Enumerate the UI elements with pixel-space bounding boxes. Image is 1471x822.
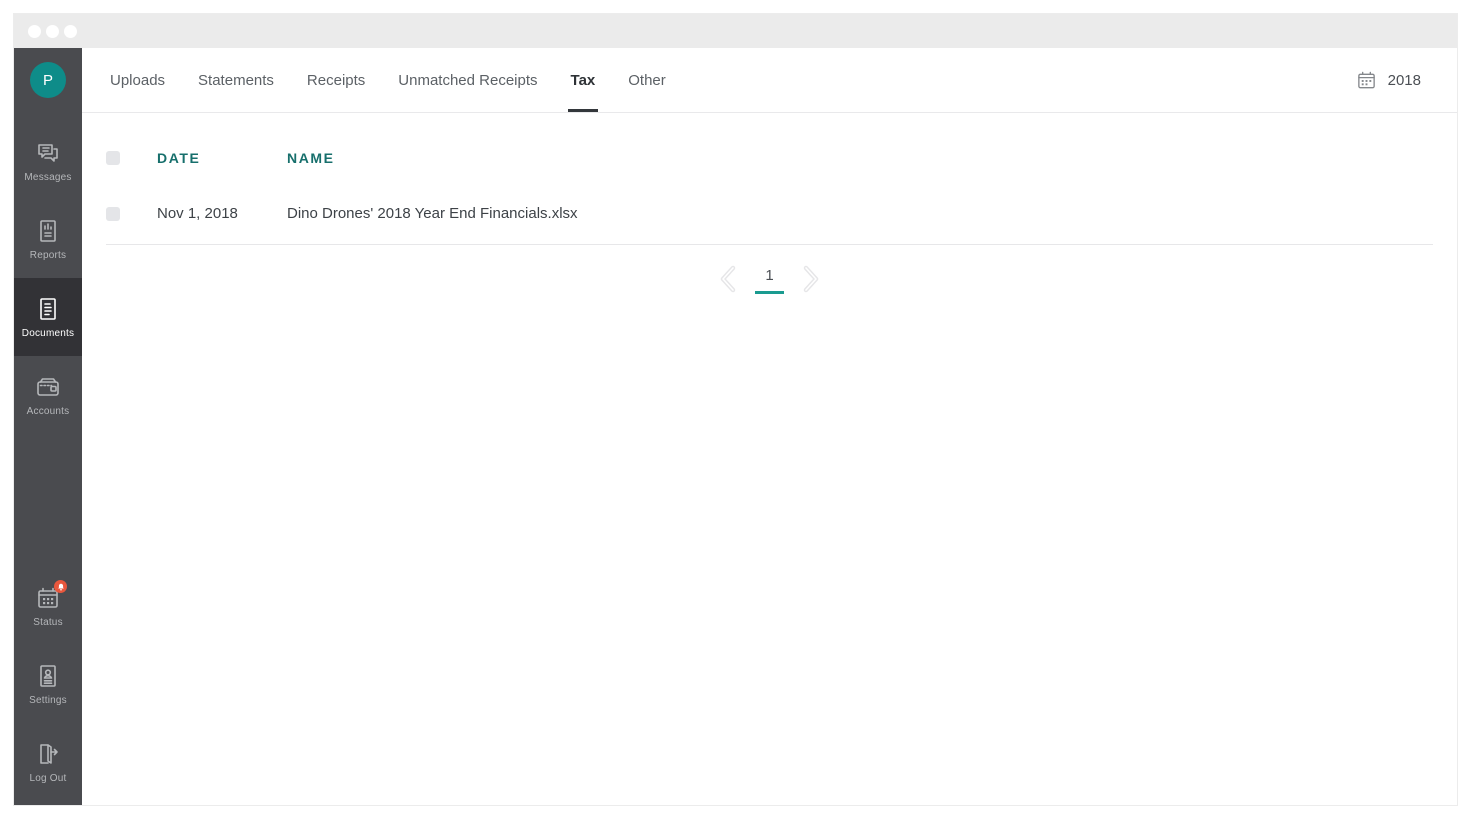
- sidebar-item-settings[interactable]: Settings: [14, 645, 82, 723]
- notification-badge-bell-icon: [54, 580, 67, 593]
- window-control-zoom[interactable]: [64, 24, 77, 38]
- sidebar-item-label: Reports: [29, 250, 67, 261]
- sidebar-nav: P Messages Reports Documents Accounts St…: [14, 48, 82, 805]
- messages-icon: [34, 139, 62, 167]
- sidebar-item-accounts[interactable]: Accounts: [14, 356, 82, 434]
- chevron-left-icon[interactable]: [718, 265, 740, 293]
- documents-table: DATE NAME Nov 1, 2018 Dino Drones' 2018 …: [82, 113, 1457, 245]
- documents-icon: [34, 295, 62, 323]
- row-checkbox[interactable]: [106, 206, 120, 221]
- year-filter[interactable]: 2018: [1356, 70, 1421, 91]
- row-date: Nov 1, 2018: [157, 205, 238, 222]
- calendar-icon: [1357, 71, 1375, 88]
- sidebar-item-label: Log Out: [29, 773, 67, 784]
- window-control-close[interactable]: [28, 24, 41, 38]
- status-calendar-icon: [34, 580, 67, 612]
- sidebar-item-status[interactable]: Status: [14, 567, 82, 645]
- chevron-right-icon[interactable]: [799, 265, 821, 293]
- sidebar-item-documents[interactable]: Documents: [14, 278, 82, 356]
- sidebar-item-logout[interactable]: Log Out: [14, 723, 82, 801]
- tab-unmatched-receipts[interactable]: Unmatched Receipts: [396, 48, 539, 112]
- table-header-row: DATE NAME: [106, 133, 1433, 183]
- column-header-name[interactable]: NAME: [287, 150, 1433, 166]
- tab-tax[interactable]: Tax: [569, 48, 598, 112]
- sidebar-item-label: Accounts: [26, 406, 70, 417]
- sidebar-item-messages[interactable]: Messages: [14, 122, 82, 200]
- row-file-name[interactable]: Dino Drones' 2018 Year End Financials.xl…: [287, 205, 1433, 222]
- tab-other[interactable]: Other: [626, 48, 668, 112]
- year-filter-value: 2018: [1387, 71, 1421, 89]
- sidebar-item-label: Messages: [24, 172, 72, 183]
- sidebar-item-label: Settings: [29, 695, 67, 706]
- main-content: Uploads Statements Receipts Unmatched Re…: [82, 48, 1457, 805]
- tab-statements[interactable]: Statements: [196, 48, 276, 112]
- reports-icon: [34, 217, 62, 245]
- window-control-minimize[interactable]: [46, 24, 59, 38]
- accounts-icon: [34, 373, 62, 401]
- column-header-date[interactable]: DATE: [157, 150, 287, 166]
- settings-id-card-icon: [34, 662, 62, 690]
- pagination: 1: [82, 263, 1457, 294]
- tab-bar: Uploads Statements Receipts Unmatched Re…: [82, 48, 1457, 113]
- table-row[interactable]: Nov 1, 2018 Dino Drones' 2018 Year End F…: [106, 183, 1433, 245]
- tab-uploads[interactable]: Uploads: [108, 48, 167, 112]
- sidebar-item-reports[interactable]: Reports: [14, 200, 82, 278]
- page-number-current[interactable]: 1: [755, 263, 784, 294]
- app-window: P Messages Reports Documents Accounts St…: [14, 14, 1457, 805]
- sidebar-item-label: Documents: [21, 328, 75, 339]
- tab-receipts[interactable]: Receipts: [305, 48, 367, 112]
- sidebar-item-label: Status: [33, 617, 63, 628]
- logout-door-icon: [34, 740, 62, 768]
- avatar[interactable]: P: [30, 62, 66, 98]
- select-all-checkbox[interactable]: [106, 151, 120, 165]
- window-titlebar: [14, 14, 1457, 48]
